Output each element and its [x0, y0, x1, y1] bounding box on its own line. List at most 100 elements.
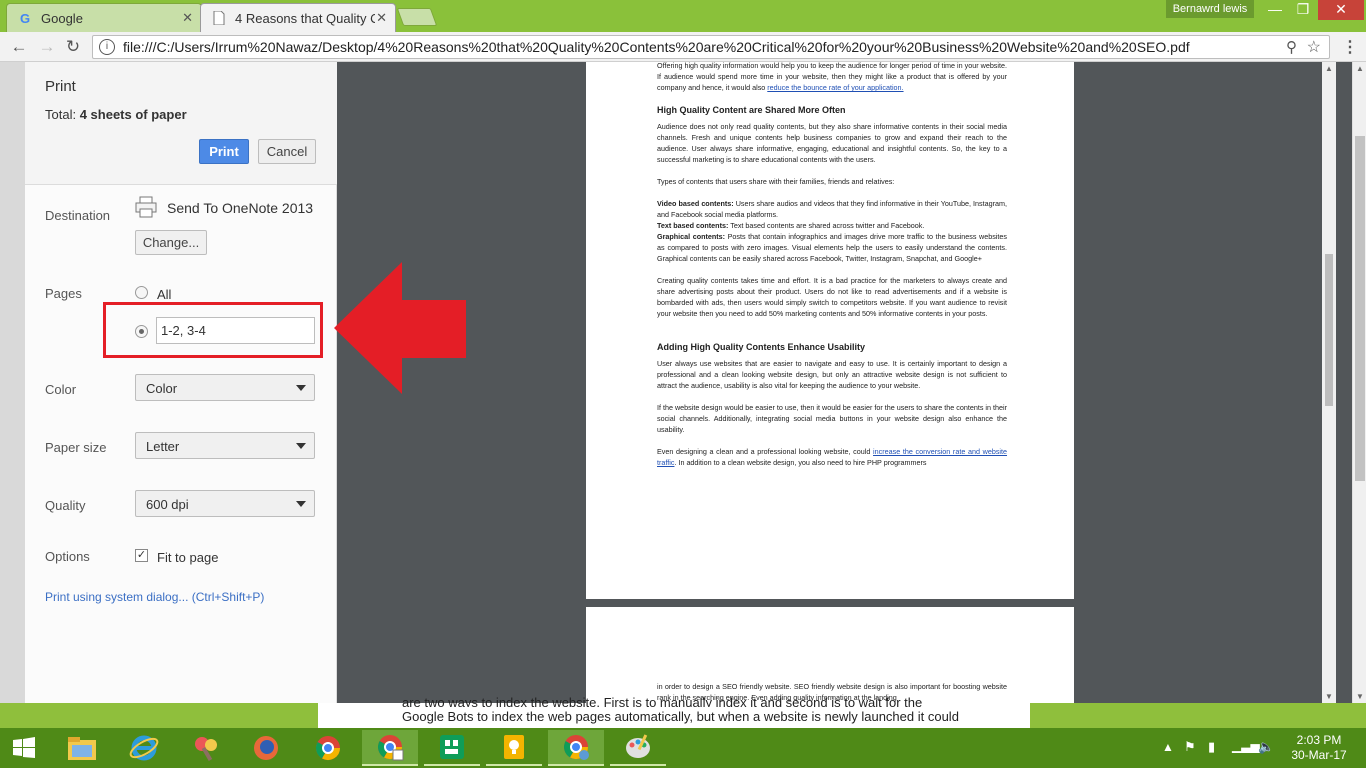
chevron-down-icon [296, 443, 306, 449]
internet-explorer-icon[interactable] [116, 730, 172, 766]
battery-icon[interactable]: ▮ [1208, 739, 1215, 768]
pages-label: Pages [45, 286, 82, 301]
print-header: Print Total: 4 sheets of paper Print Can… [25, 62, 337, 185]
url-text[interactable]: file:///C:/Users/Irrum%20Nawaz/Desktop/4… [123, 39, 1283, 55]
chevron-down-icon [296, 501, 306, 507]
cancel-button[interactable]: Cancel [258, 139, 316, 164]
paragraph: Even designing a clean and a professiona… [657, 447, 874, 456]
maximize-icon[interactable]: ❐ [1290, 0, 1316, 20]
forward-arrow-icon[interactable]: → [36, 37, 58, 57]
page-scrollbar[interactable]: ▲ ▼ [1352, 62, 1366, 703]
pdf-preview: Offering high quality information would … [337, 62, 1352, 703]
destination-label: Destination [45, 208, 111, 223]
firefox-icon[interactable] [238, 730, 294, 766]
bounce-rate-link[interactable]: reduce the bounce rate of your applicati… [767, 83, 903, 92]
signal-icon[interactable]: ▁▃▅ [1232, 739, 1260, 768]
browser-titlebar: G Google ✕ 4 Reasons that Quality Co ✕ B… [0, 0, 1366, 32]
hangouts-icon[interactable] [424, 730, 480, 766]
preview-page: in order to design a SEO friendly websit… [586, 607, 1074, 703]
tab-title: Google [41, 10, 83, 26]
back-arrow-icon[interactable]: ← [8, 37, 30, 57]
fit-to-page-checkbox[interactable]: ✓ [135, 549, 148, 562]
document-icon [211, 10, 227, 26]
menu-icon[interactable]: ⋮ [1340, 37, 1360, 57]
print-title: Print [45, 78, 76, 95]
color-select[interactable]: Color [135, 374, 315, 401]
flag-icon[interactable]: ⚑ [1184, 739, 1196, 768]
chrome-app-icon[interactable] [362, 730, 418, 766]
volume-icon[interactable]: 🔈 [1258, 739, 1274, 768]
quality-value: 600 dpi [146, 497, 189, 512]
print-button[interactable]: Print [199, 139, 249, 164]
scroll-up-icon[interactable]: ▲ [1356, 64, 1364, 73]
paper-size-value: Letter [146, 439, 180, 454]
change-destination-button[interactable]: Change... [135, 230, 207, 255]
tab-google[interactable]: G Google ✕ [6, 3, 202, 32]
zoom-magnifier-icon[interactable]: ⚲ [1286, 38, 1297, 56]
background-document: are two ways to index the website. First… [318, 697, 1030, 728]
google-g-icon: G [19, 10, 31, 26]
show-hidden-icons[interactable]: ▲ [1162, 740, 1174, 768]
scroll-thumb[interactable] [1325, 254, 1333, 406]
print-total: Total: 4 sheets of paper [45, 107, 187, 122]
bookmark-star-icon[interactable]: ☆ [1307, 37, 1321, 57]
color-select-value: Color [146, 381, 178, 396]
pages-all-label: All [157, 287, 172, 302]
system-dialog-link[interactable]: Print using system dialog... (Ctrl+Shift… [45, 590, 264, 604]
quality-select[interactable]: 600 dpi [135, 490, 315, 517]
heading: High Quality Content are Shared More Oft… [657, 105, 846, 115]
start-windows-icon[interactable] [0, 730, 48, 766]
color-label: Color [45, 382, 77, 397]
scroll-down-icon[interactable]: ▼ [1356, 692, 1364, 701]
pages-all-radio[interactable] [135, 286, 148, 299]
list-item: Text based contents: Text based contents… [657, 221, 925, 230]
scroll-up-icon[interactable]: ▲ [1325, 64, 1333, 73]
keep-icon[interactable] [486, 730, 542, 766]
paper-size-label: Paper size [45, 440, 107, 455]
paint-palette-icon[interactable] [610, 730, 666, 766]
preview-page: Offering high quality information would … [586, 62, 1074, 599]
tab-pdf[interactable]: 4 Reasons that Quality Co ✕ [200, 3, 396, 32]
red-arrow-annotation [334, 262, 466, 394]
tab-title: 4 Reasons that Quality Co [235, 10, 375, 26]
scroll-thumb[interactable] [1355, 136, 1365, 481]
system-clock[interactable]: 2:03 PM 30-Mar-17 [1282, 733, 1356, 763]
paint-tool-icon[interactable] [178, 730, 234, 766]
close-window-icon[interactable]: ✕ [1318, 0, 1364, 20]
clock-date: 30-Mar-17 [1291, 748, 1347, 762]
quality-label: Quality [45, 498, 86, 513]
paragraph: Creating quality contents takes time and… [657, 276, 1007, 318]
print-settings-panel: Print Total: 4 sheets of paper Print Can… [25, 62, 337, 703]
page-text: Offering high quality information would … [657, 62, 1008, 467]
options-label: Options [45, 549, 90, 564]
printer-icon [135, 196, 157, 218]
browser-toolbar: ← → ↻ i file:///C:/Users/Irrum%20Nawaz/D… [0, 32, 1366, 62]
file-explorer-icon[interactable] [54, 730, 110, 766]
minimize-icon[interactable]: — [1262, 0, 1288, 20]
list-item: Video based contents: Users share audios… [657, 199, 1007, 219]
scroll-down-icon[interactable]: ▼ [1325, 692, 1333, 701]
background-line: are two ways to index the website. First… [402, 697, 923, 707]
address-bar[interactable]: i file:///C:/Users/Irrum%20Nawaz/Desktop… [92, 35, 1330, 59]
chrome-profile-icon[interactable] [548, 730, 604, 766]
reload-icon[interactable]: ↻ [62, 37, 84, 57]
fit-to-page-label: Fit to page [157, 550, 219, 565]
total-label: Total: [45, 107, 77, 122]
info-icon[interactable]: i [99, 39, 115, 55]
paragraph: Audience does not only read quality cont… [657, 122, 1007, 164]
list-item: Graphical contents: Posts that contain i… [657, 232, 1008, 263]
background-line: Google Bots to index the web pages autom… [402, 709, 959, 724]
close-tab-icon[interactable]: ✕ [182, 10, 193, 26]
paper-size-select[interactable]: Letter [135, 432, 315, 459]
paragraph: User always use websites that are easier… [657, 359, 1007, 390]
print-preview-area: Print Total: 4 sheets of paper Print Can… [0, 62, 1366, 703]
annotation-highlight-box [103, 302, 323, 358]
clock-time: 2:03 PM [1296, 733, 1342, 747]
chevron-down-icon [296, 385, 306, 391]
preview-scrollbar[interactable]: ▲ ▼ [1322, 62, 1336, 703]
new-tab-button[interactable] [396, 8, 438, 26]
close-tab-icon[interactable]: ✕ [376, 10, 387, 26]
chrome-icon[interactable] [300, 730, 356, 766]
profile-name[interactable]: Bernawrd lewis [1166, 0, 1254, 18]
windows-taskbar: ▲ ⚑ ▮ ▁▃▅ 🔈 2:03 PM 30-Mar-17 [0, 728, 1366, 768]
